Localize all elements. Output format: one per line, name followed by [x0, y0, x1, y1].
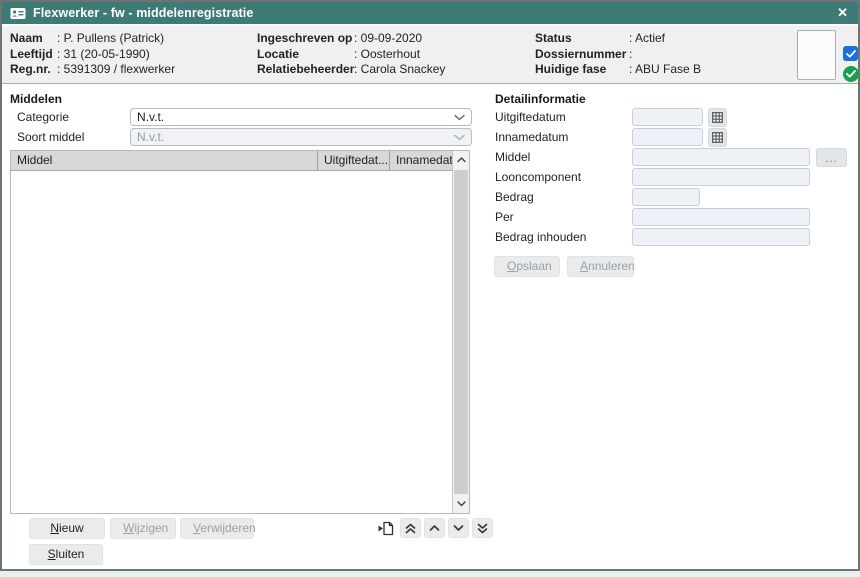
ingeschreven-value: : 09-09-2020 [354, 31, 422, 45]
calendar-grid-icon [712, 112, 723, 123]
id-card-icon [10, 7, 26, 20]
innamedatum-label: Innamedatum [495, 130, 568, 144]
dossiernummer-label: Dossiernummer [535, 47, 629, 63]
regnr-value: : 5391309 / flexwerker [57, 62, 175, 76]
looncomponent-input[interactable] [632, 168, 810, 186]
info-row-regnr: Reg.nr.: 5391309 / flexwerker [10, 62, 175, 78]
move-first-button[interactable] [400, 518, 421, 538]
middelen-section-title: Middelen [10, 92, 62, 106]
scrollbar-thumb[interactable] [454, 170, 468, 494]
soort-middel-dropdown: N.v.t. [130, 128, 472, 146]
double-chevron-up-icon [405, 523, 416, 534]
innamedatum-input[interactable] [632, 128, 703, 146]
uitgiftedatum-calendar-button[interactable] [708, 108, 727, 127]
bedrag-inhouden-input[interactable] [632, 228, 810, 246]
chevron-up-icon [429, 524, 440, 532]
info-row-naam: Naam: P. Pullens (Patrick) [10, 31, 175, 47]
info-row-ingeschreven: Ingeschreven op: 09-09-2020 [257, 31, 445, 47]
opslaan-button[interactable]: Opslaan [494, 256, 560, 277]
per-input[interactable] [632, 208, 810, 226]
info-row-relatiebeheerder: Relatiebeheerder: Carola Snackey [257, 62, 445, 78]
leeftijd-label: Leeftijd [10, 47, 57, 63]
middel-input[interactable] [632, 148, 810, 166]
move-up-button[interactable] [424, 518, 445, 538]
relatiebeheerder-value: : Carola Snackey [354, 62, 445, 76]
column-header-uitgiftedatum[interactable]: Uitgiftedat... [317, 151, 389, 170]
categorie-label: Categorie [17, 110, 69, 124]
table-scrollbar[interactable] [452, 151, 469, 513]
middelen-table-header: Middel Uitgiftedat... Innamedat... [11, 151, 452, 171]
annuleren-button[interactable]: Annuleren [567, 256, 634, 277]
nieuw-button[interactable]: Nieuw [29, 518, 105, 539]
looncomponent-label: Looncomponent [495, 170, 581, 184]
close-icon[interactable]: ✕ [837, 5, 848, 21]
regnr-label: Reg.nr. [10, 62, 57, 78]
innamedatum-calendar-button[interactable] [708, 128, 727, 147]
per-label: Per [495, 210, 514, 224]
info-column-2: Ingeschreven op: 09-09-2020 Locatie: Oos… [257, 31, 445, 78]
flexwerker-checkbox[interactable] [843, 46, 858, 61]
locatie-label: Locatie [257, 47, 354, 63]
scroll-up-icon[interactable] [453, 151, 469, 169]
relatiebeheerder-label: Relatiebeheerder [257, 62, 354, 78]
wijzigen-button[interactable]: Wijzigen [110, 518, 176, 539]
dialog-window: Flexwerker - fw - middelenregistratie ✕ … [0, 0, 860, 571]
soort-middel-label: Soort middel [17, 130, 84, 144]
scroll-down-icon[interactable] [453, 495, 469, 513]
verwijderen-button[interactable]: Verwijderen [180, 518, 254, 539]
column-header-middel[interactable]: Middel [11, 151, 317, 170]
info-row-huidige-fase: Huidige fase: ABU Fase B [535, 62, 701, 78]
move-last-button[interactable] [472, 518, 493, 538]
categorie-dropdown[interactable]: N.v.t. [130, 108, 472, 126]
status-label: Status [535, 31, 629, 47]
soort-middel-dropdown-value: N.v.t. [137, 130, 454, 144]
info-row-dossiernummer: Dossiernummer: [535, 47, 701, 63]
double-chevron-down-icon [477, 523, 488, 534]
naam-value: : P. Pullens (Patrick) [57, 31, 164, 45]
sluiten-button[interactable]: Sluiten [29, 544, 103, 565]
info-row-status: Status: Actief [535, 31, 701, 47]
bedrag-inhouden-label: Bedrag inhouden [495, 230, 586, 244]
column-header-innamedatum[interactable]: Innamedat... [389, 151, 452, 170]
categorie-dropdown-value: N.v.t. [137, 110, 454, 124]
middel-label: Middel [495, 150, 530, 164]
locatie-value: : Oosterhout [354, 47, 420, 61]
insert-record-icon[interactable] [375, 518, 395, 538]
check-icon [846, 50, 856, 58]
calendar-grid-icon [712, 132, 723, 143]
leeftijd-value: : 31 (20-05-1990) [57, 47, 150, 61]
chevron-down-icon [453, 524, 464, 532]
middel-browse-button[interactable]: ... [816, 148, 847, 167]
person-info-panel: Naam: P. Pullens (Patrick) Leeftijd: 31 … [2, 24, 858, 84]
window-title: Flexwerker - fw - middelenregistratie [33, 6, 253, 20]
huidige-fase-label: Huidige fase [535, 62, 629, 78]
uitgiftedatum-input[interactable] [632, 108, 703, 126]
info-row-locatie: Locatie: Oosterhout [257, 47, 445, 63]
chevron-down-icon [454, 110, 465, 124]
move-down-button[interactable] [448, 518, 469, 538]
info-column-1: Naam: P. Pullens (Patrick) Leeftijd: 31 … [10, 31, 175, 78]
chevron-down-icon [454, 130, 465, 144]
dossiernummer-value: : [629, 47, 632, 61]
info-row-leeftijd: Leeftijd: 31 (20-05-1990) [10, 47, 175, 63]
status-value: : Actief [629, 31, 665, 45]
photo-placeholder [797, 30, 836, 80]
huidige-fase-value: : ABU Fase B [629, 62, 701, 76]
bedrag-label: Bedrag [495, 190, 534, 204]
naam-label: Naam [10, 31, 57, 47]
status-ok-icon [843, 66, 859, 82]
detail-section-title: Detailinformatie [495, 92, 586, 106]
uitgiftedatum-label: Uitgiftedatum [495, 110, 566, 124]
bedrag-input[interactable] [632, 188, 700, 206]
ingeschreven-label: Ingeschreven op [257, 31, 354, 47]
titlebar: Flexwerker - fw - middelenregistratie ✕ [2, 2, 858, 24]
middelen-table: Middel Uitgiftedat... Innamedat... [10, 150, 470, 514]
info-column-3: Status: Actief Dossiernummer: Huidige fa… [535, 31, 701, 78]
